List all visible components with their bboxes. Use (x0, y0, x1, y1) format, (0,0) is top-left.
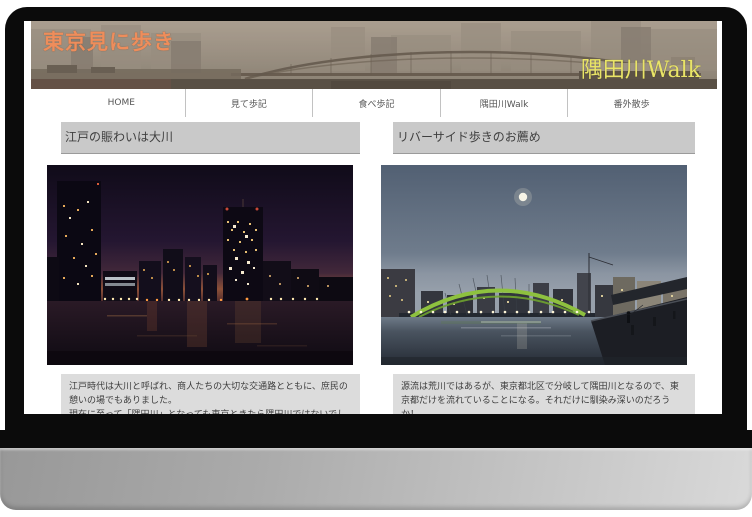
green-bridge-photo (381, 165, 687, 365)
site-subtitle: 隅田川Walk (581, 52, 701, 84)
nav-item-mite-aruki[interactable]: 見て歩記 (185, 89, 313, 117)
nav-item-home[interactable]: HOME (58, 89, 185, 117)
nav-item-bangai-sanpo[interactable]: 番外散歩 (567, 89, 695, 117)
paragraph: 現在に至って「隅田川」となっても東京ときたら隅田川ではないでしょうか。 (69, 408, 352, 414)
laptop-hinge (0, 430, 752, 448)
night-city-photo (47, 165, 353, 365)
site-title: 東京見に歩き (43, 26, 175, 56)
article-text-riverside: 源流は荒川ではあるが、東京都北区で分岐して隅田川となるので、東京都だけを流れてい… (393, 374, 695, 414)
browser-viewport: 東京見に歩き 隅田川Walk HOME 見て歩記 食べ歩記 隅田川Walk 番外… (24, 21, 722, 414)
paragraph: 源流は荒川ではあるが、東京都北区で分岐して隅田川となるので、東京都だけを流れてい… (401, 380, 687, 414)
article-heading-riverside: リバーサイド歩きのお薦め (393, 122, 695, 154)
paragraph: 江戸時代は大川と呼ばれ、商人たちの大切な交通路とともに、庶民の憩いの場でもありま… (69, 380, 352, 408)
site-header: 東京見に歩き 隅田川Walk (31, 21, 717, 89)
nav-item-sumidagawa-walk[interactable]: 隅田川Walk (440, 89, 568, 117)
page-background: 東京見に歩き 隅田川Walk HOME 見て歩記 食べ歩記 隅田川Walk 番外… (0, 0, 752, 517)
main-nav: HOME 見て歩記 食べ歩記 隅田川Walk 番外散歩 (58, 89, 695, 117)
article-text-edo: 江戸時代は大川と呼ばれ、商人たちの大切な交通路とともに、庶民の憩いの場でもありま… (61, 374, 360, 414)
nav-item-tabe-aruki[interactable]: 食べ歩記 (312, 89, 440, 117)
laptop-base (0, 448, 752, 510)
article-heading-edo: 江戸の賑わいは大川 (61, 122, 360, 154)
